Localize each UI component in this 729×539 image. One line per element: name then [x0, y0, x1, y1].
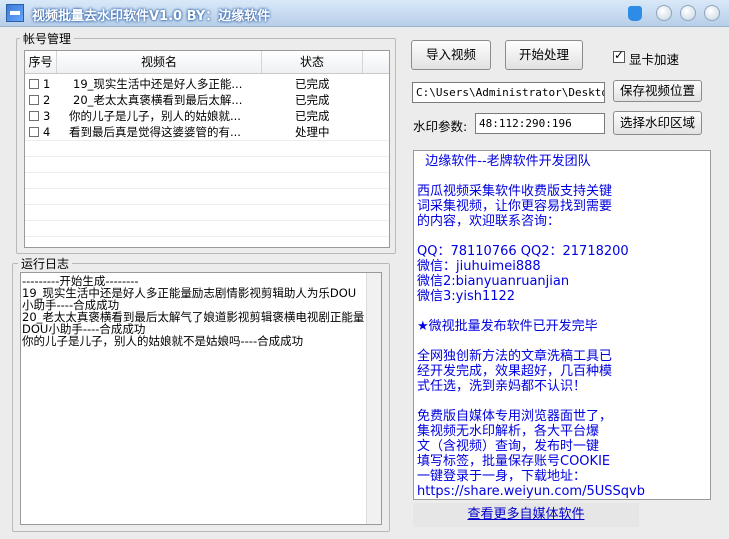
row-name: 20_老太太真褒横看到最后太解... [73, 93, 243, 107]
start-process-button[interactable]: 开始处理 [505, 40, 583, 70]
info-panel: 边缘软件--老牌软件开发团队 西瓜视频采集软件收费版支持关键 词采集视频，让你更… [413, 150, 711, 500]
grid-line [25, 140, 389, 141]
list-row[interactable]: 2 20_老太太真褒横看到最后太解... 已完成 [25, 93, 389, 108]
list-row[interactable]: 1 19_现实生活中还是好人多正能... 已完成 [25, 77, 389, 92]
row-status: 处理中 [295, 125, 330, 139]
save-location-button[interactable]: 保存视频位置 [613, 80, 702, 102]
row-name: 看到最后真是觉得这婆婆管的有... [69, 125, 241, 139]
info-text: 边缘软件--老牌软件开发团队 西瓜视频采集软件收费版支持关键 词采集视频，让你更… [417, 154, 645, 499]
grid-line [25, 156, 389, 157]
select-watermark-area-button[interactable]: 选择水印区域 [613, 111, 702, 135]
row-status: 已完成 [295, 77, 330, 91]
log-scrollbar[interactable] [366, 273, 381, 524]
close-icon[interactable] [704, 5, 720, 21]
column-header-num[interactable]: 序号 [25, 51, 57, 73]
minimize-icon[interactable] [656, 5, 672, 21]
log-text: ---------开始生成-------- 19_现实生活中还是好人多正能量励志… [22, 274, 365, 348]
account-group-title: 帐号管理 [20, 30, 75, 47]
row-checkbox[interactable] [29, 127, 39, 137]
list-row[interactable]: 3 你的儿子是儿子，别人的姑娘就... 已完成 [25, 109, 389, 124]
row-checkbox[interactable] [29, 111, 39, 121]
row-num: 1 [43, 77, 51, 91]
gpu-label[interactable]: 显卡加速 [629, 49, 679, 68]
list-row[interactable]: 4 看到最后真是觉得这婆婆管的有... 处理中 [25, 125, 389, 140]
watermark-label: 水印参数: [413, 119, 468, 134]
row-name: 你的儿子是儿子，别人的姑娘就... [69, 109, 241, 123]
grid-line [25, 220, 389, 221]
video-list[interactable]: 序号 视频名 状态 1 19_现实生活中还是好人多正能... 已完成 2 20_… [24, 50, 390, 248]
skin-icon[interactable] [628, 6, 642, 21]
gpu-checkbox[interactable] [613, 48, 625, 63]
row-checkbox[interactable] [29, 95, 39, 105]
log-textarea[interactable]: ---------开始生成-------- 19_现实生活中还是好人多正能量励志… [20, 272, 382, 525]
row-status: 已完成 [295, 109, 330, 123]
window-title: 视频批量去水印软件V1.0 BY：边缘软件 [32, 9, 271, 24]
log-group-title: 运行日志 [18, 255, 73, 272]
list-header: 序号 视频名 状态 [25, 51, 389, 74]
grid-line [25, 236, 389, 237]
column-header-name[interactable]: 视频名 [57, 51, 262, 73]
row-num: 2 [43, 93, 51, 107]
column-header-status[interactable]: 状态 [262, 51, 363, 73]
grid-line [25, 204, 389, 205]
grid-line [25, 172, 389, 173]
app-icon [6, 4, 24, 22]
import-video-button[interactable]: 导入视频 [411, 40, 491, 70]
watermark-param-input[interactable]: 48:112:290:196 [475, 113, 605, 134]
row-status: 已完成 [295, 93, 330, 107]
more-software-link[interactable]: 查看更多自媒体软件 [413, 503, 639, 527]
row-num: 3 [43, 109, 51, 123]
row-checkbox[interactable] [29, 79, 39, 89]
grid-line [25, 188, 389, 189]
row-name: 19_现实生活中还是好人多正能... [73, 77, 243, 91]
maximize-icon[interactable] [680, 5, 696, 21]
save-path-input[interactable]: C:\Users\Administrator\Desktop\T [412, 82, 605, 103]
title-bar[interactable]: 视频批量去水印软件V1.0 BY：边缘软件 [0, 0, 729, 27]
row-num: 4 [43, 125, 51, 139]
